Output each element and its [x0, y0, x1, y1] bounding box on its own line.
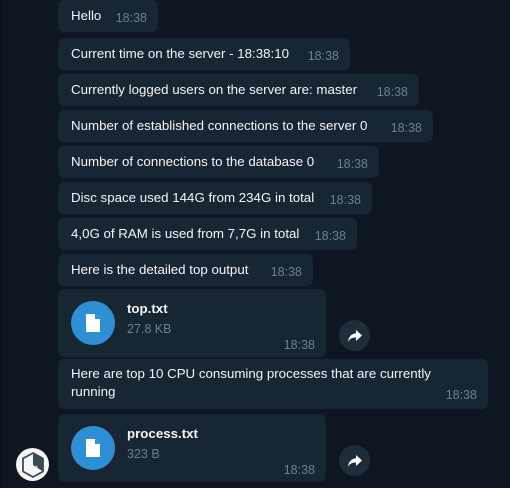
- file-message-top[interactable]: top.txt 27.8 KB 18:38: [58, 289, 326, 357]
- file-message-process[interactable]: process.txt 323 B 18:38: [58, 414, 326, 482]
- message-time: 18:38: [445, 388, 477, 402]
- message-disc-space[interactable]: Disc space used 144G from 234G in total …: [58, 182, 372, 214]
- file-name[interactable]: top.txt: [127, 301, 168, 316]
- share-arrow-icon: [347, 329, 362, 342]
- file-name[interactable]: process.txt: [127, 426, 198, 441]
- message-text: Hello: [71, 8, 102, 23]
- message-time: 18:38: [307, 49, 339, 63]
- file-icon[interactable]: [71, 301, 115, 345]
- message-time: 18:38: [390, 121, 422, 135]
- share-button[interactable]: [339, 320, 370, 351]
- message-ram[interactable]: 4,0G of RAM is used from 7,7G in total 1…: [58, 218, 357, 250]
- message-text: 4,0G of RAM is used from 7,7G in total: [71, 226, 300, 241]
- message-time: 18:38: [329, 193, 361, 207]
- share-arrow-icon: [347, 454, 362, 467]
- message-hello[interactable]: Hello 18:38: [58, 0, 158, 32]
- message-time: 18:38: [376, 85, 408, 99]
- left-border: [0, 0, 1, 488]
- bash-logo-icon: $: [21, 451, 44, 478]
- svg-text:$: $: [34, 465, 38, 473]
- message-top-cpu[interactable]: Here are top 10 CPU consuming processes …: [58, 359, 488, 409]
- message-time: 18:38: [270, 265, 302, 279]
- file-size: 323 B: [127, 447, 160, 461]
- message-established-connections[interactable]: Number of established connections to the…: [58, 110, 433, 142]
- message-time: 18:38: [314, 229, 346, 243]
- message-text: Here are top 10 CPU consuming processes …: [71, 366, 431, 399]
- message-time: 18:38: [283, 338, 315, 352]
- share-button[interactable]: [339, 445, 370, 476]
- message-time: 18:38: [283, 463, 315, 477]
- message-text: Currently logged users on the server are…: [71, 82, 358, 97]
- message-text: Disc space used 144G from 234G in total: [71, 190, 315, 205]
- message-text: Current time on the server - 18:38:10: [71, 46, 290, 61]
- message-time: 18:38: [115, 11, 147, 25]
- message-text: Number of connections to the database 0: [71, 154, 315, 169]
- message-text: Number of established connections to the…: [71, 118, 368, 133]
- message-top-output[interactable]: Here is the detailed top output 18:38: [58, 254, 313, 286]
- message-text: Here is the detailed top output: [71, 262, 249, 277]
- bot-avatar[interactable]: $: [16, 448, 49, 481]
- message-logged-users[interactable]: Currently logged users on the server are…: [58, 74, 419, 106]
- file-size: 27.8 KB: [127, 322, 172, 336]
- message-db-connections[interactable]: Number of connections to the database 0 …: [58, 146, 379, 178]
- message-current-time[interactable]: Current time on the server - 18:38:10 18…: [58, 38, 350, 70]
- message-time: 18:38: [336, 157, 368, 171]
- file-icon[interactable]: [71, 426, 115, 470]
